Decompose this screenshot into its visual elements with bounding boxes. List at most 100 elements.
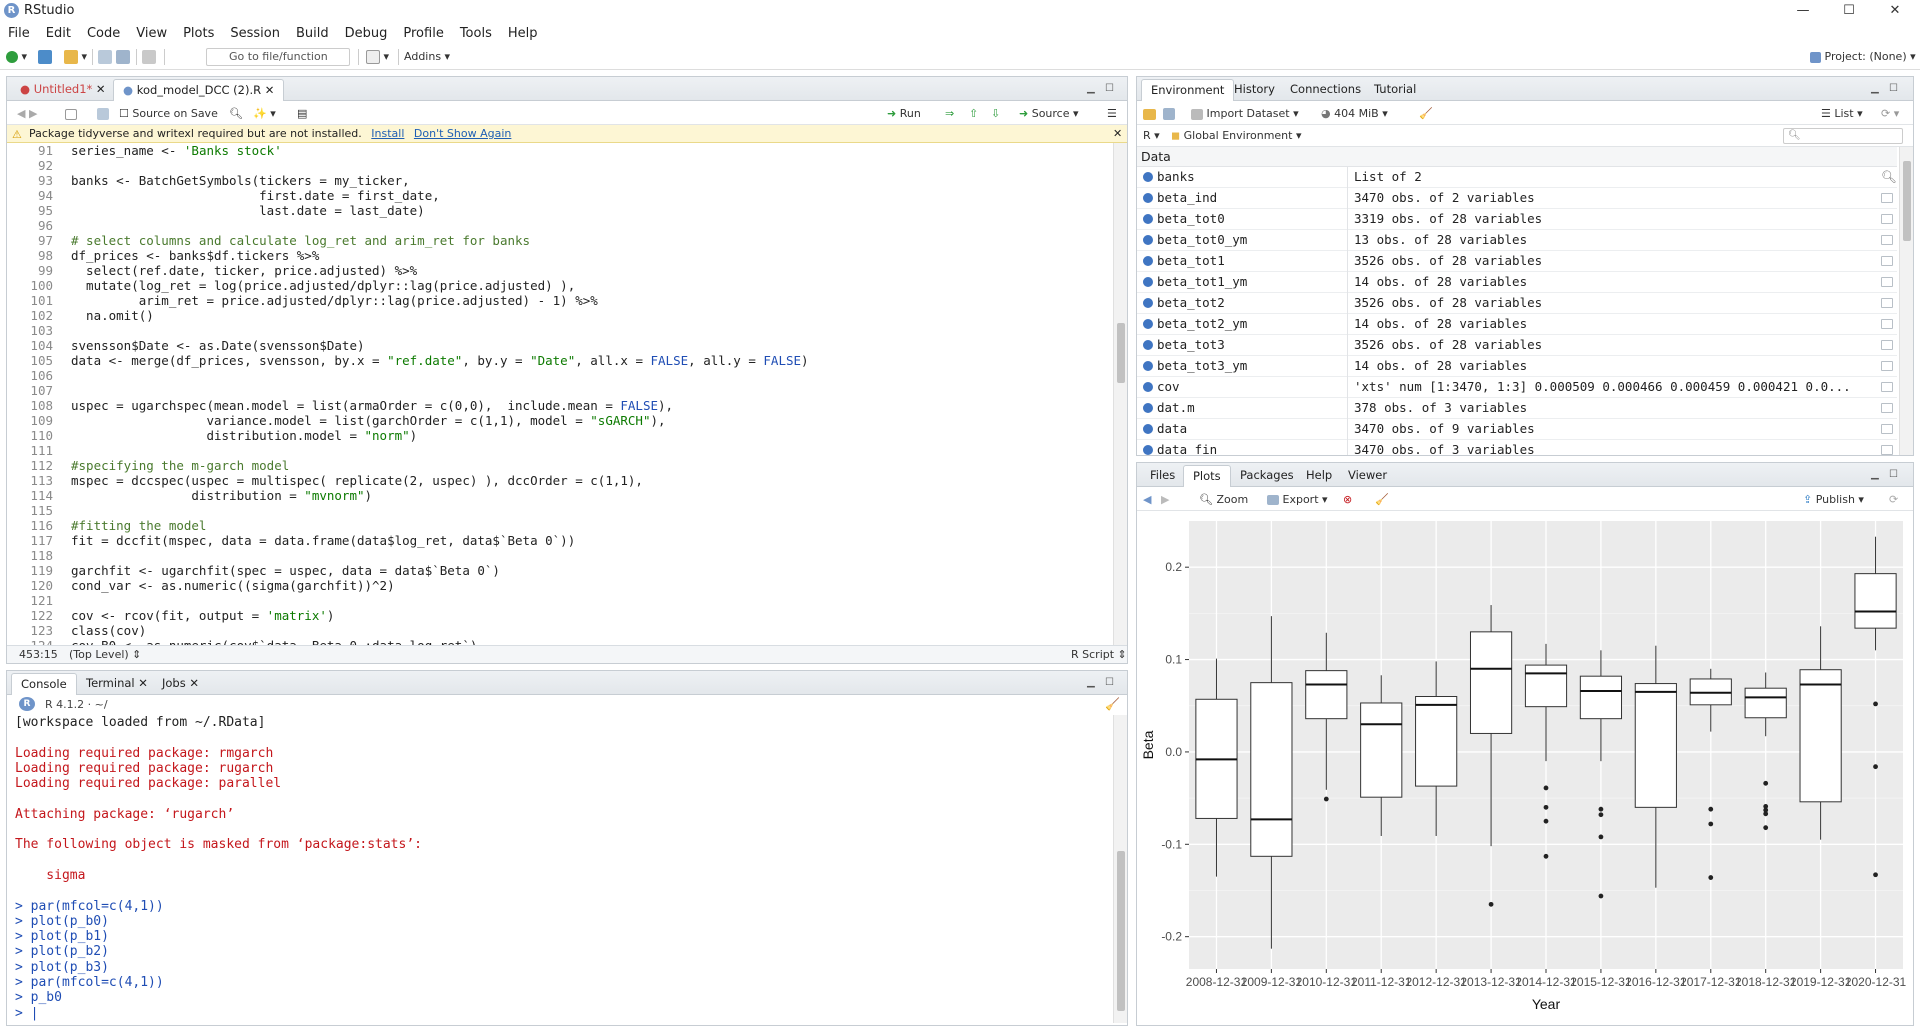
- code-line[interactable]: [71, 323, 1111, 338]
- memory-usage-button[interactable]: ◕ 404 MiB ▾: [1321, 106, 1388, 122]
- go-down-icon[interactable]: ⇩: [991, 106, 1000, 122]
- view-data-icon[interactable]: [1881, 214, 1893, 224]
- source-scrollbar[interactable]: [1113, 143, 1127, 647]
- code-line[interactable]: #specifying the m-garch model: [71, 458, 1111, 473]
- console-output[interactable]: [workspace loaded from ~/.RData] Loading…: [15, 715, 1105, 1023]
- env-row-data[interactable]: data 3470 obs. of 9 variables: [1137, 419, 1897, 440]
- code-line[interactable]: banks <- BatchGetSymbols(tickers = my_ti…: [71, 173, 1111, 188]
- zoom-button[interactable]: 🔍︎ Zoom: [1199, 492, 1248, 508]
- menu-profile[interactable]: Profile: [403, 26, 443, 41]
- print-icon[interactable]: [142, 49, 156, 65]
- env-scrollbar[interactable]: [1899, 147, 1913, 455]
- source-button[interactable]: ➜ Source ▾: [1019, 106, 1079, 122]
- tab-help[interactable]: Help: [1297, 465, 1341, 487]
- code-line[interactable]: mutate(log_ret = log(price.adjusted/dply…: [71, 278, 1111, 293]
- code-line[interactable]: [71, 503, 1111, 518]
- save-all-icon[interactable]: [116, 49, 130, 65]
- expand-icon[interactable]: [1143, 361, 1153, 371]
- code-line[interactable]: mspec = dccspec(uspec = multispec( repli…: [71, 473, 1111, 488]
- env-row-beta-tot2[interactable]: beta_tot2 3526 obs. of 28 variables: [1137, 293, 1897, 314]
- maximize-env-icon[interactable]: ☐: [1889, 83, 1898, 94]
- tab-jobs[interactable]: Jobs ✕: [153, 673, 208, 695]
- menu-view[interactable]: View: [136, 26, 167, 41]
- code-line[interactable]: # select columns and calculate log_ret a…: [71, 233, 1111, 248]
- code-line[interactable]: garchfit <- ugarchfit(spec = uspec, data…: [71, 563, 1111, 578]
- code-line[interactable]: [71, 158, 1111, 173]
- expand-icon[interactable]: [1143, 235, 1153, 245]
- menu-code[interactable]: Code: [87, 26, 120, 41]
- menu-file[interactable]: File: [8, 26, 30, 41]
- expand-icon[interactable]: [1143, 277, 1153, 287]
- grid-layout-icon[interactable]: ▾: [366, 49, 389, 65]
- maximize-button[interactable]: ☐: [1826, 0, 1872, 22]
- env-row-beta-tot3[interactable]: beta_tot3 3526 obs. of 28 variables: [1137, 335, 1897, 356]
- code-line[interactable]: first.date = first_date,: [71, 188, 1111, 203]
- view-data-icon[interactable]: [1881, 235, 1893, 245]
- env-row-beta-ind[interactable]: beta_ind 3470 obs. of 2 variables: [1137, 188, 1897, 209]
- view-data-icon[interactable]: [1881, 424, 1893, 434]
- tab-packages[interactable]: Packages: [1231, 465, 1303, 487]
- refresh-plot-icon[interactable]: ⟳: [1889, 492, 1898, 508]
- outline-icon[interactable]: ☰: [1107, 106, 1117, 122]
- env-row-data-fin[interactable]: data_fin 3470 obs. of 3 variables: [1137, 440, 1897, 455]
- expand-icon[interactable]: [1143, 256, 1153, 266]
- code-line[interactable]: [71, 383, 1111, 398]
- project-button[interactable]: Project: (None) ▾: [1810, 49, 1916, 65]
- maximize-plots-icon[interactable]: ☐: [1889, 469, 1898, 480]
- import-dataset-button[interactable]: Import Dataset ▾: [1191, 106, 1299, 122]
- code-line[interactable]: cond_var <- as.numeric((sigma(garchfit))…: [71, 578, 1111, 593]
- code-tools-icon[interactable]: ✨ ▾: [253, 106, 276, 122]
- expand-icon[interactable]: [1143, 214, 1153, 224]
- code-line[interactable]: #fitting the model: [71, 518, 1111, 533]
- open-file-icon[interactable]: ▾: [64, 49, 87, 65]
- expand-icon[interactable]: [1143, 298, 1153, 308]
- menu-debug[interactable]: Debug: [345, 26, 388, 41]
- tab-viewer[interactable]: Viewer: [1339, 465, 1396, 487]
- maximize-console-icon[interactable]: ☐: [1105, 677, 1114, 688]
- menu-help[interactable]: Help: [508, 26, 538, 41]
- expand-icon[interactable]: [1143, 424, 1153, 434]
- scope-selector[interactable]: (Top Level) ⇕: [69, 646, 141, 663]
- show-in-window-icon[interactable]: [65, 106, 77, 122]
- save-icon[interactable]: [98, 49, 112, 65]
- view-data-icon[interactable]: [1881, 382, 1893, 392]
- save-workspace-icon[interactable]: [1163, 106, 1175, 122]
- code-editor[interactable]: series_name <- 'Banks stock' banks <- Ba…: [71, 143, 1111, 647]
- close-button[interactable]: ✕: [1872, 0, 1918, 22]
- close-warning-icon[interactable]: ✕: [1113, 125, 1122, 142]
- install-link[interactable]: Install: [371, 127, 404, 140]
- save-source-icon[interactable]: [97, 106, 109, 122]
- tab-files[interactable]: Files: [1141, 465, 1184, 487]
- minimize-button[interactable]: —: [1780, 0, 1826, 22]
- filetype-selector[interactable]: R Script ⇕: [1071, 646, 1127, 663]
- env-search-input[interactable]: 🔍︎: [1783, 128, 1903, 144]
- clear-plots-icon[interactable]: 🧹: [1375, 492, 1389, 508]
- expand-icon[interactable]: [1143, 382, 1153, 392]
- code-line[interactable]: df_prices <- banks$df.tickers %>%: [71, 248, 1111, 263]
- view-data-icon[interactable]: [1881, 298, 1893, 308]
- code-line[interactable]: variance.model = list(garchOrder = c(1,1…: [71, 413, 1111, 428]
- code-line[interactable]: data <- merge(df_prices, svensson, by.x …: [71, 353, 1111, 368]
- env-row-beta-tot0-ym[interactable]: beta_tot0_ym 13 obs. of 28 variables: [1137, 230, 1897, 251]
- minimize-pane-icon[interactable]: ▁: [1087, 83, 1095, 94]
- new-file-icon[interactable]: ▾: [6, 49, 27, 65]
- code-line[interactable]: na.omit(): [71, 308, 1111, 323]
- view-data-icon[interactable]: [1881, 361, 1893, 371]
- env-row-beta-tot0[interactable]: beta_tot0 3319 obs. of 28 variables: [1137, 209, 1897, 230]
- minimize-env-icon[interactable]: ▁: [1871, 83, 1879, 94]
- expand-icon[interactable]: [1143, 445, 1153, 455]
- expand-icon[interactable]: [1143, 172, 1153, 182]
- view-data-icon[interactable]: [1881, 445, 1893, 455]
- addins-button[interactable]: Addins ▾: [404, 49, 450, 65]
- code-line[interactable]: series_name <- 'Banks stock': [71, 143, 1111, 158]
- tab-plots[interactable]: Plots: [1183, 465, 1231, 487]
- minimize-console-icon[interactable]: ▁: [1087, 677, 1095, 688]
- compile-report-icon[interactable]: ▤: [297, 106, 307, 122]
- back-icon[interactable]: ◀ ▶: [17, 106, 37, 122]
- remove-plot-icon[interactable]: ⊗: [1343, 492, 1352, 508]
- tab-connections[interactable]: Connections: [1281, 79, 1370, 101]
- console-scrollbar[interactable]: [1113, 715, 1127, 1023]
- env-row-dat-m[interactable]: dat.m 378 obs. of 3 variables: [1137, 398, 1897, 419]
- code-line[interactable]: [71, 548, 1111, 563]
- menu-plots[interactable]: Plots: [183, 26, 214, 41]
